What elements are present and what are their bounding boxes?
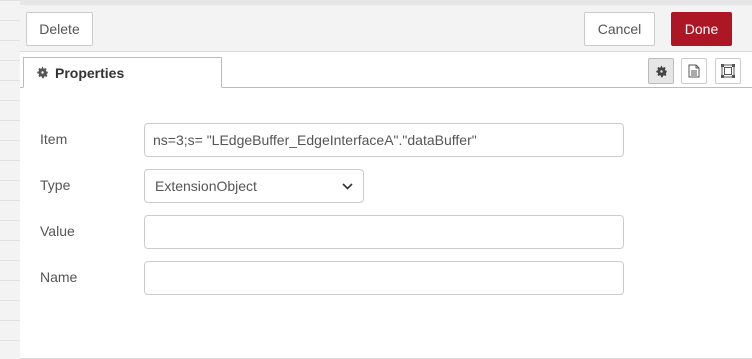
tray-toolbar: Delete Cancel Done — [20, 0, 752, 52]
type-label: Type — [40, 177, 71, 193]
tabs-bar: Properties — [20, 52, 752, 88]
document-icon — [688, 64, 700, 78]
done-button[interactable]: Done — [671, 12, 732, 46]
tab-description-button[interactable] — [681, 58, 707, 84]
item-input[interactable] — [144, 123, 624, 157]
item-row: Item — [20, 123, 752, 157]
cancel-button-label: Cancel — [597, 21, 642, 37]
tab-settings-button[interactable] — [648, 58, 674, 84]
chevron-down-icon — [342, 182, 353, 190]
tab-appearance-button[interactable] — [715, 58, 741, 84]
name-label: Name — [40, 269, 78, 285]
toolbar-top-edge — [20, 0, 752, 5]
type-select-value: ExtensionObject — [155, 178, 257, 194]
type-select[interactable]: ExtensionObject — [144, 169, 364, 203]
type-row: Type ExtensionObject — [20, 169, 752, 203]
item-label: Item — [40, 131, 68, 147]
delete-button[interactable]: Delete — [26, 12, 93, 46]
name-input[interactable] — [144, 261, 624, 295]
value-label: Value — [40, 223, 75, 239]
cancel-button[interactable]: Cancel — [584, 12, 655, 46]
frame-icon — [721, 64, 735, 78]
edit-tray: Delete Cancel Done Properties Item ns=3;… — [20, 0, 752, 359]
tab-properties-label: Properties — [55, 64, 125, 81]
value-input[interactable] — [144, 215, 624, 249]
gear-icon — [655, 65, 668, 78]
tab-properties[interactable]: Properties — [23, 57, 222, 88]
delete-button-label: Delete — [39, 21, 80, 37]
value-row: Value — [20, 215, 752, 249]
name-row: Name — [20, 261, 752, 295]
workspace-grid — [0, 0, 21, 359]
gear-icon — [36, 66, 49, 79]
done-button-label: Done — [684, 21, 719, 37]
